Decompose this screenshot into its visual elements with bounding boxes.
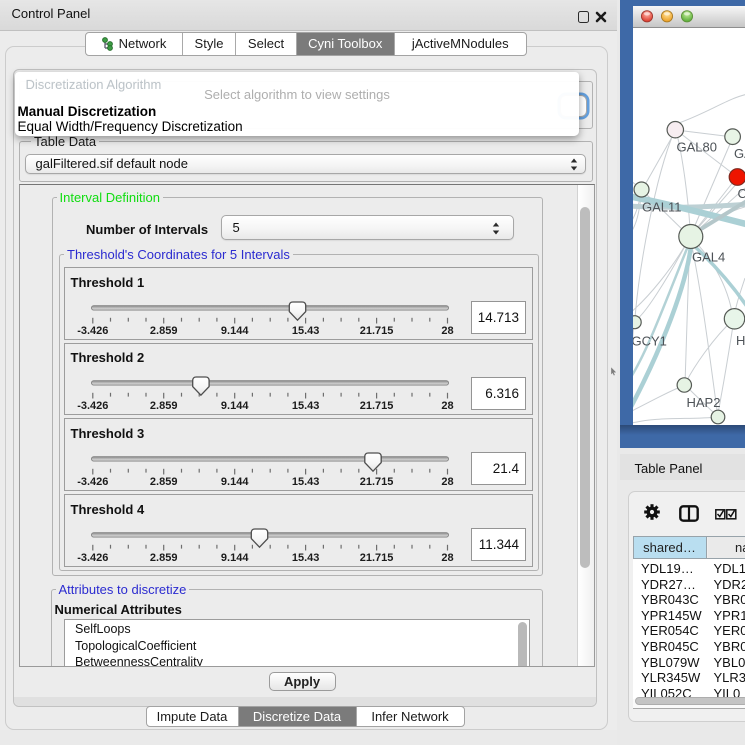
svg-text:28: 28 <box>441 325 453 337</box>
svg-text:21.715: 21.715 <box>359 552 393 564</box>
svg-text:2.859: 2.859 <box>149 400 177 412</box>
svg-text:21.715: 21.715 <box>359 476 393 488</box>
svg-text:9.144: 9.144 <box>220 552 248 564</box>
svg-text:GAL11: GAL11 <box>642 200 682 215</box>
svg-text:28: 28 <box>441 400 453 412</box>
svg-text:28: 28 <box>441 476 453 488</box>
svg-text:2.859: 2.859 <box>149 325 177 337</box>
svg-text:H: H <box>736 333 745 348</box>
svg-text:GA: GA <box>734 146 745 161</box>
svg-text:-3.426: -3.426 <box>77 476 108 488</box>
svg-text:28: 28 <box>441 552 453 564</box>
svg-text:9.144: 9.144 <box>220 325 248 337</box>
svg-text:15.43: 15.43 <box>291 400 319 412</box>
svg-text:21.715: 21.715 <box>359 400 393 412</box>
svg-text:GCY1: GCY1 <box>633 334 667 349</box>
svg-text:-3.426: -3.426 <box>77 325 108 337</box>
svg-text:15.43: 15.43 <box>291 552 319 564</box>
svg-text:HAP2: HAP2 <box>687 395 721 410</box>
svg-text:9.144: 9.144 <box>220 476 248 488</box>
svg-text:GAL4: GAL4 <box>692 250 725 265</box>
svg-text:21.715: 21.715 <box>359 325 393 337</box>
svg-text:C: C <box>738 186 745 201</box>
svg-text:9.144: 9.144 <box>220 400 248 412</box>
svg-text:-3.426: -3.426 <box>77 400 108 412</box>
svg-text:-3.426: -3.426 <box>77 552 108 564</box>
svg-text:GAL80: GAL80 <box>677 140 717 155</box>
svg-text:15.43: 15.43 <box>291 476 319 488</box>
svg-text:15.43: 15.43 <box>291 325 319 337</box>
svg-text:2.859: 2.859 <box>149 552 177 564</box>
svg-text:2.859: 2.859 <box>149 476 177 488</box>
